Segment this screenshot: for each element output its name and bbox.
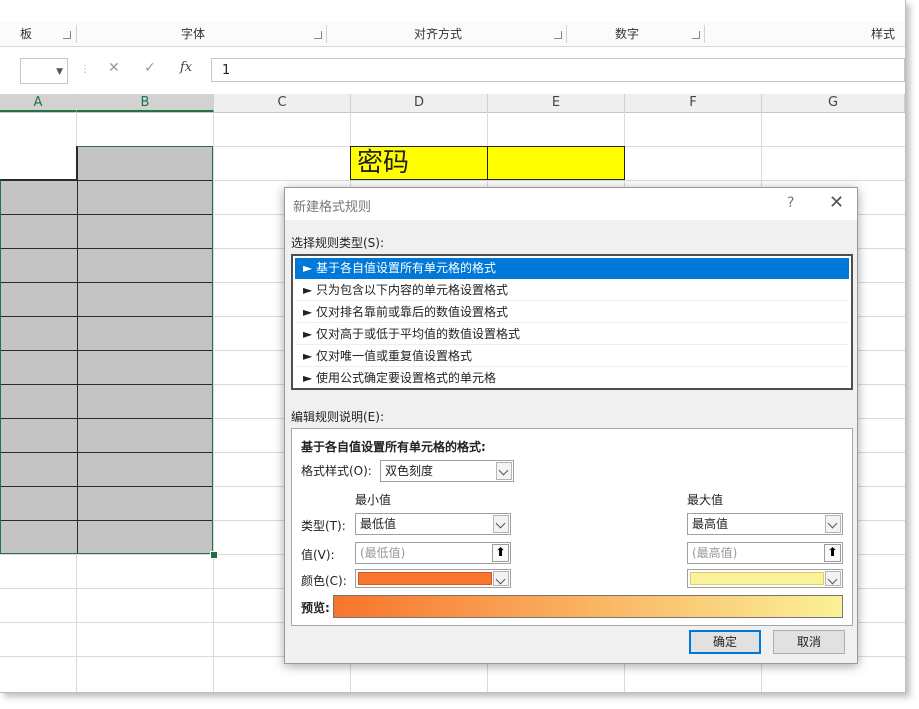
cell-border xyxy=(1,180,212,181)
ribbon-group-font: 字体 xyxy=(180,27,205,41)
dialog-title: 新建格式规则 xyxy=(293,200,372,215)
excel-sheet: 板 字体 对齐方式 数字 样式 ▼ ⋮ ✕ ✓ fx 1 A B C D E F… xyxy=(0,0,906,693)
ribbon-group-number: 数字 xyxy=(614,27,639,41)
cell-d3[interactable]: 密码 xyxy=(350,146,488,180)
minimum-value-placeholder: (最低值) xyxy=(360,546,406,560)
column-header-a[interactable]: A xyxy=(0,94,77,112)
chevron-down-icon[interactable] xyxy=(496,462,512,480)
grip-icon: ⋮ xyxy=(80,64,90,75)
rule-type-unique-duplicate[interactable]: ► 仅对唯一值或重复值设置格式 xyxy=(295,346,849,367)
range-select-icon[interactable]: ⬆ xyxy=(824,544,841,562)
formula-input[interactable]: 1 xyxy=(211,58,905,82)
minimum-type-value: 最低值 xyxy=(360,517,397,531)
minimum-header: 最小值 xyxy=(355,493,392,507)
maximum-header: 最大值 xyxy=(687,493,724,507)
cell-border xyxy=(1,248,212,249)
color-label: 颜色(C): xyxy=(301,574,347,588)
ribbon-group-alignment: 对齐方式 xyxy=(413,27,462,41)
minimum-color-picker[interactable] xyxy=(355,569,511,588)
enter-formula-button[interactable]: ✓ xyxy=(144,60,156,76)
maximum-color-picker[interactable] xyxy=(687,569,843,588)
column-header-g[interactable]: G xyxy=(762,94,905,112)
column-header-f[interactable]: F xyxy=(625,94,762,112)
ribbon-separator xyxy=(326,25,327,43)
alignment-launcher-icon[interactable] xyxy=(554,31,562,39)
minimum-type-select[interactable]: 最低值 xyxy=(355,513,511,535)
ribbon-separator xyxy=(566,25,567,43)
chevron-down-icon[interactable]: ▼ xyxy=(56,67,63,77)
ribbon-separator xyxy=(76,25,77,43)
minimum-value-input[interactable]: (最低值) ⬆ xyxy=(355,542,511,564)
font-launcher-icon[interactable] xyxy=(314,31,322,39)
preview-label: 预览: xyxy=(301,601,330,615)
cell-e3[interactable] xyxy=(487,146,625,180)
minimum-color-swatch xyxy=(358,572,492,585)
cell-border xyxy=(1,418,212,419)
range-select-icon[interactable]: ⬆ xyxy=(492,544,509,562)
column-header-c[interactable]: C xyxy=(214,94,351,112)
format-style-select[interactable]: 双色刻度 xyxy=(380,460,514,482)
clipboard-launcher-icon[interactable] xyxy=(63,31,71,39)
select-rule-type-label: 选择规则类型(S): xyxy=(291,236,385,250)
maximum-type-select[interactable]: 最高值 xyxy=(687,513,843,535)
number-launcher-icon[interactable] xyxy=(692,31,700,39)
column-header-b[interactable]: B xyxy=(77,94,214,112)
rule-description-title: 基于各自值设置所有单元格的格式: xyxy=(301,440,486,454)
ribbon-group-labels: 板 字体 对齐方式 数字 样式 xyxy=(0,22,905,47)
rule-type-list[interactable]: ► 基于各自值设置所有单元格的格式 ► 只为包含以下内容的单元格设置格式 ► 仅… xyxy=(291,254,853,390)
help-button[interactable]: ? xyxy=(787,195,794,211)
maximum-color-swatch xyxy=(690,572,824,585)
column-headers: A B C D E F G xyxy=(0,94,905,113)
close-button[interactable]: ✕ xyxy=(829,192,844,213)
column-header-d[interactable]: D xyxy=(351,94,488,112)
ribbon-group-styles: 样式 xyxy=(870,27,895,41)
grid-line xyxy=(213,112,214,692)
maximum-value-placeholder: (最高值) xyxy=(692,546,738,560)
chevron-down-icon[interactable] xyxy=(493,515,509,533)
cell-border xyxy=(1,384,212,385)
chevron-down-icon[interactable] xyxy=(493,571,509,586)
fill-handle[interactable] xyxy=(210,551,218,559)
type-label: 类型(T): xyxy=(301,519,346,533)
maximum-type-value: 最高值 xyxy=(692,517,729,531)
active-cell[interactable] xyxy=(0,146,77,180)
maximum-value-input[interactable]: (最高值) ⬆ xyxy=(687,542,843,564)
column-header-e[interactable]: E xyxy=(488,94,625,112)
cell-border xyxy=(77,147,78,553)
cell-border xyxy=(1,486,212,487)
rule-type-above-below-average[interactable]: ► 仅对高于或低于平均值的数值设置格式 xyxy=(295,324,849,345)
dialog-title-bar[interactable]: 新建格式规则 ? ✕ xyxy=(285,188,857,220)
new-format-rule-dialog: 新建格式规则 ? ✕ 选择规则类型(S): ► 基于各自值设置所有单元格的格式 … xyxy=(284,187,858,664)
ok-button[interactable]: 确定 xyxy=(689,630,761,654)
cancel-button[interactable]: 取消 xyxy=(773,630,845,654)
cell-border xyxy=(1,520,212,521)
name-box[interactable]: ▼ xyxy=(20,58,68,84)
chevron-down-icon[interactable] xyxy=(825,571,841,586)
ribbon-group-clipboard: 板 xyxy=(19,27,32,41)
rule-description-panel: 基于各自值设置所有单元格的格式: 格式样式(O): 双色刻度 最小值 最大值 类… xyxy=(291,428,853,626)
rule-type-top-bottom[interactable]: ► 仅对排名靠前或靠后的数值设置格式 xyxy=(295,302,849,323)
cell-border xyxy=(1,452,212,453)
format-style-value: 双色刻度 xyxy=(385,464,434,478)
rule-type-formula[interactable]: ► 使用公式确定要设置格式的单元格 xyxy=(295,368,849,389)
insert-function-button[interactable]: fx xyxy=(180,60,192,75)
color-scale-preview xyxy=(333,595,843,618)
cell-border xyxy=(1,316,212,317)
cell-border xyxy=(1,350,212,351)
formula-bar: ▼ ⋮ ✕ ✓ fx 1 xyxy=(0,52,905,88)
cell-border xyxy=(1,282,212,283)
chevron-down-icon[interactable] xyxy=(825,515,841,533)
cell-border xyxy=(1,214,212,215)
edit-rule-description-label: 编辑规则说明(E): xyxy=(291,410,384,424)
format-style-label: 格式样式(O): xyxy=(301,464,372,478)
ribbon-separator xyxy=(704,25,705,43)
rule-type-contains[interactable]: ► 只为包含以下内容的单元格设置格式 xyxy=(295,280,849,301)
cancel-formula-button[interactable]: ✕ xyxy=(108,60,120,76)
rule-type-each-value[interactable]: ► 基于各自值设置所有单元格的格式 xyxy=(295,258,849,279)
selected-range[interactable] xyxy=(0,146,213,554)
value-label: 值(V): xyxy=(301,548,335,562)
